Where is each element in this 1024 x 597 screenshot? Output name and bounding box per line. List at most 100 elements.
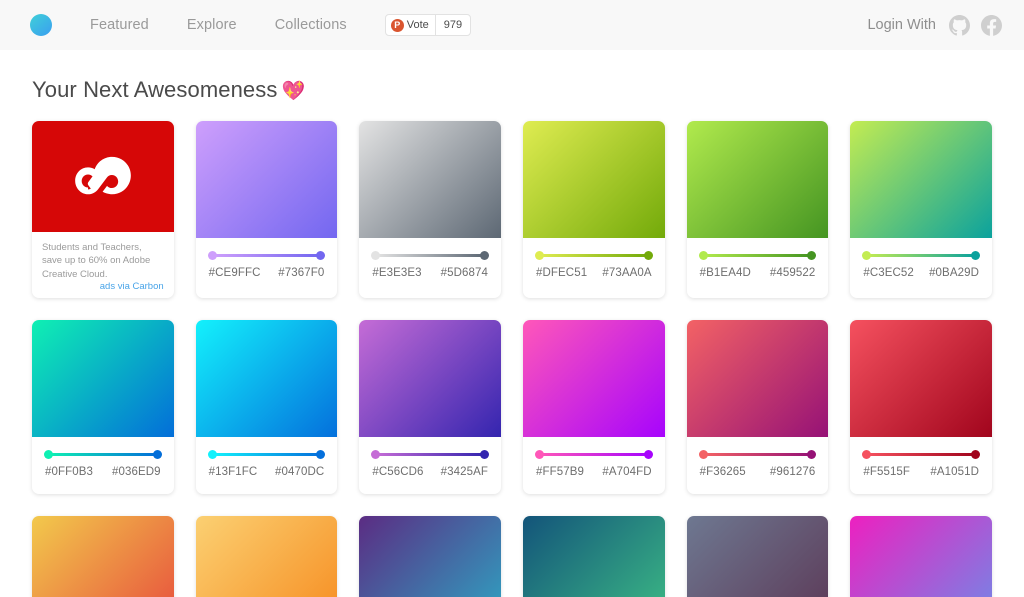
palette-range-slider[interactable]	[44, 450, 162, 460]
slider-knob-end[interactable]	[480, 450, 489, 460]
palette-swatch	[359, 121, 501, 238]
slider-knob-start[interactable]	[535, 251, 544, 260]
nav-item-featured[interactable]: Featured	[90, 17, 149, 33]
palette-hex-start[interactable]: #DFEC51	[536, 267, 587, 279]
palette-card-footer: #E3E3E3 #5D6874	[359, 238, 501, 295]
palette-hex-start[interactable]: #F5515F	[863, 466, 910, 478]
palette-swatch	[32, 320, 174, 438]
palette-hex-end[interactable]: #0BA29D	[929, 267, 979, 279]
palette-swatch	[523, 121, 665, 238]
slider-knob-start[interactable]	[698, 251, 708, 260]
palette-hex-start[interactable]: #C56CD6	[372, 466, 423, 478]
palette-range-slider[interactable]	[371, 251, 489, 260]
slider-knob-end[interactable]	[316, 450, 326, 460]
palette-card[interactable]	[523, 516, 665, 597]
palette-range-slider[interactable]	[698, 450, 817, 460]
palette-card-footer: #13F1FC #0470DC	[196, 437, 338, 494]
palette-card[interactable]: #C56CD6 #3425AF	[359, 320, 501, 495]
palette-range-slider[interactable]	[535, 450, 653, 460]
palette-hex-end[interactable]: #A704FD	[602, 466, 651, 478]
sponsored-ad-card[interactable]: Students and Teachers, save up to 60% on…	[32, 121, 174, 299]
palette-swatch	[686, 320, 829, 438]
slider-knob-start[interactable]	[862, 450, 872, 460]
palette-hex-end[interactable]: #036ED9	[112, 466, 161, 478]
palette-hex-end[interactable]: #73AA0A	[602, 267, 651, 279]
palette-card[interactable]: #F36265 #961276	[686, 320, 829, 495]
nav-item-collections[interactable]: Collections	[275, 17, 347, 33]
adobe-creative-cloud-icon	[74, 156, 131, 194]
palette-card[interactable]	[359, 516, 501, 597]
palette-hex-row: #F36265 #961276	[699, 466, 817, 478]
palette-range-slider[interactable]	[862, 450, 980, 460]
palette-hex-start[interactable]: #C3EC52	[863, 267, 914, 279]
slider-track	[376, 254, 484, 257]
palette-card[interactable]: #0FF0B3 #036ED9	[32, 320, 174, 495]
slider-knob-start[interactable]	[371, 251, 381, 260]
palette-swatch	[523, 320, 665, 438]
palette-card[interactable]	[686, 516, 829, 597]
slider-knob-start[interactable]	[371, 450, 381, 460]
palette-range-slider[interactable]	[535, 251, 653, 260]
facebook-icon[interactable]	[981, 14, 1002, 36]
palette-card[interactable]: #C3EC52 #0BA29D	[850, 121, 992, 299]
producthunt-vote-badge[interactable]: P Vote 979	[384, 14, 472, 36]
slider-knob-start[interactable]	[535, 450, 544, 460]
slider-knob-start[interactable]	[862, 251, 872, 260]
ad-attribution-link[interactable]: ads via Carbon	[42, 281, 164, 292]
palette-hex-start[interactable]: #0FF0B3	[45, 466, 93, 478]
vote-button[interactable]: P Vote	[386, 15, 435, 35]
slider-knob-end[interactable]	[643, 450, 653, 460]
palette-hex-start[interactable]: #CE9FFC	[209, 267, 261, 279]
slider-knob-start[interactable]	[698, 450, 708, 460]
palette-hex-start[interactable]: #E3E3E3	[372, 267, 421, 279]
slider-track	[540, 453, 648, 457]
slider-knob-start[interactable]	[44, 450, 53, 460]
slider-knob-end[interactable]	[807, 450, 817, 460]
palette-card[interactable]: #F5515F #A1051D	[850, 320, 992, 495]
palette-card[interactable]: #CE9FFC #7367F0	[195, 121, 338, 299]
page-title: Your Next Awesomeness 💖	[32, 77, 1024, 103]
palette-card[interactable]	[850, 516, 992, 597]
slider-track	[703, 254, 812, 257]
palette-range-slider[interactable]	[371, 450, 489, 460]
palette-range-slider[interactable]	[207, 450, 326, 460]
palette-hex-start[interactable]: #B1EA4D	[700, 267, 751, 279]
slider-knob-end[interactable]	[480, 251, 489, 260]
site-logo-icon[interactable]	[30, 14, 52, 36]
palette-hex-end[interactable]: #5D6874	[441, 267, 488, 279]
slider-knob-end[interactable]	[807, 251, 817, 260]
slider-knob-end[interactable]	[316, 251, 326, 260]
palette-hex-start[interactable]: #F36265	[700, 466, 746, 478]
nav-item-explore[interactable]: Explore	[187, 17, 237, 33]
palette-card-footer: #CE9FFC #7367F0	[196, 238, 338, 295]
palette-hex-start[interactable]: #13F1FC	[209, 466, 258, 478]
slider-knob-end[interactable]	[971, 450, 980, 460]
palette-swatch	[359, 320, 501, 438]
slider-knob-end[interactable]	[152, 450, 162, 460]
palette-hex-row: #CE9FFC #7367F0	[208, 267, 326, 279]
palette-hex-end[interactable]: #0470DC	[275, 466, 324, 478]
slider-knob-start[interactable]	[207, 251, 217, 260]
palette-card[interactable]: #DFEC51 #73AA0A	[523, 121, 665, 299]
palette-range-slider[interactable]	[862, 251, 980, 260]
palette-hex-end[interactable]: #3425AF	[441, 466, 488, 478]
palette-card[interactable]	[195, 516, 338, 597]
palette-hex-end[interactable]: #7367F0	[278, 267, 324, 279]
palette-swatch	[195, 320, 338, 438]
slider-knob-start[interactable]	[207, 450, 217, 460]
palette-range-slider[interactable]	[698, 251, 817, 260]
slider-knob-end[interactable]	[643, 251, 653, 260]
palette-hex-start[interactable]: #FF57B9	[536, 466, 584, 478]
github-icon[interactable]	[949, 14, 970, 36]
palette-hex-end[interactable]: #A1051D	[930, 466, 979, 478]
palette-card[interactable]: #B1EA4D #459522	[686, 121, 829, 299]
slider-knob-end[interactable]	[971, 251, 980, 260]
palette-range-slider[interactable]	[207, 251, 326, 260]
palette-card[interactable]: #13F1FC #0470DC	[195, 320, 338, 495]
palette-hex-end[interactable]: #459522	[770, 267, 815, 279]
palette-card[interactable]: #FF57B9 #A704FD	[523, 320, 665, 495]
palette-hex-end[interactable]: #961276	[770, 466, 815, 478]
vote-label: Vote	[406, 19, 429, 31]
palette-card[interactable]: #E3E3E3 #5D6874	[359, 121, 501, 299]
palette-card[interactable]	[32, 516, 174, 597]
